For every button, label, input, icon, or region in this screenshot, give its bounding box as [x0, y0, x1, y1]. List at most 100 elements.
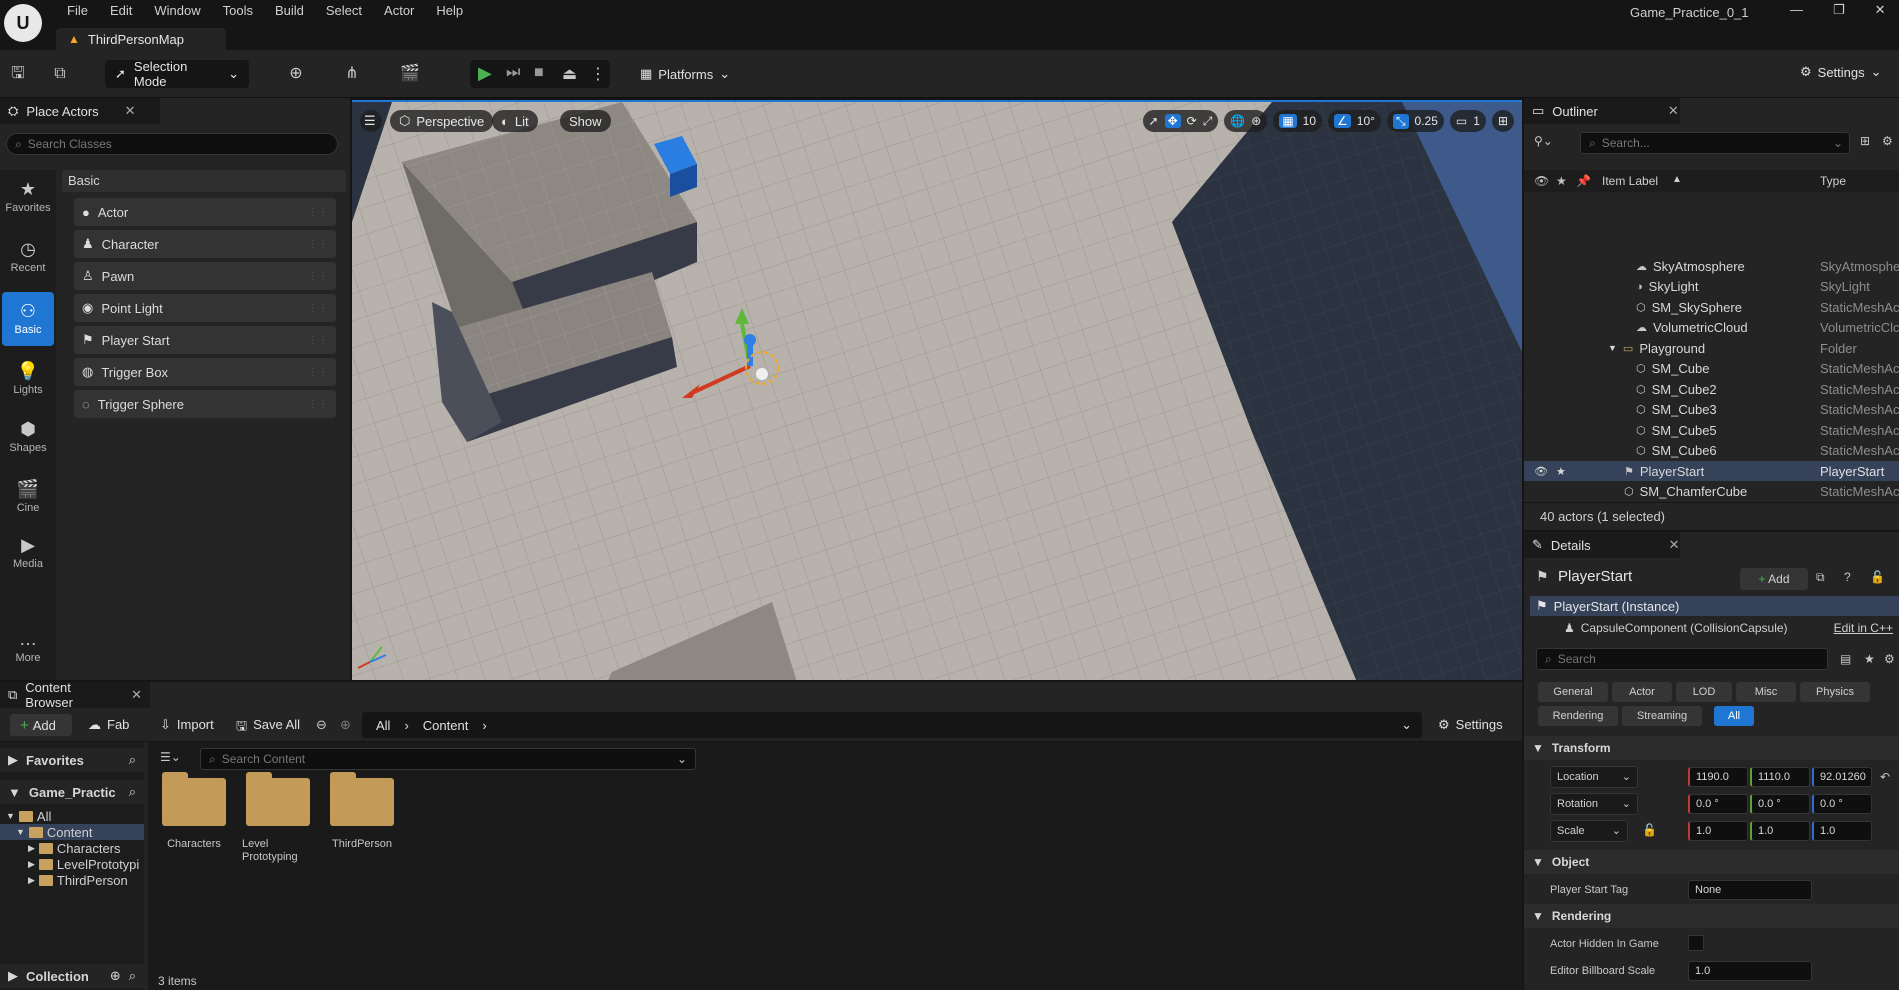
- rotation-dropdown[interactable]: Rotation ⌄: [1550, 793, 1638, 815]
- tree-item-characters[interactable]: ▶ Characters: [0, 840, 144, 856]
- favorites-header[interactable]: ▶ Favorites ⌕: [0, 748, 144, 772]
- outliner-row[interactable]: ⬡ SM_Cube2 StaticMeshAc: [1524, 379, 1899, 399]
- lock-icon[interactable]: 🔓: [1870, 570, 1885, 584]
- search-content-input[interactable]: ⌕ Search Content ⌄: [200, 748, 696, 770]
- visibility-eye-icon[interactable]: 👁: [1534, 465, 1548, 478]
- search-icon[interactable]: ⌕: [129, 752, 136, 768]
- drag-grip-icon[interactable]: ⋮⋮: [308, 239, 328, 250]
- component-row[interactable]: ♟ CapsuleComponent (CollisionCapsule) Ed…: [1530, 618, 1899, 638]
- unreal-logo-icon[interactable]: U: [4, 4, 42, 42]
- cinematics-icon[interactable]: 🎬: [398, 62, 422, 86]
- breadcrumb-all[interactable]: All: [376, 718, 390, 733]
- drag-grip-icon[interactable]: ⋮⋮: [308, 207, 328, 218]
- fab-button[interactable]: ☁ Fab: [88, 717, 129, 733]
- close-icon[interactable]: ✕: [131, 687, 142, 703]
- save-all-button[interactable]: 🖫 Save All: [236, 717, 300, 739]
- close-icon[interactable]: ✕: [125, 103, 136, 119]
- close-icon[interactable]: ✕: [1669, 537, 1680, 553]
- outliner-row[interactable]: ⬡ SM_Cube5 StaticMeshAc: [1524, 420, 1899, 440]
- globe-icon[interactable]: 🌐: [1230, 114, 1245, 128]
- add-component-button[interactable]: + Add: [1740, 568, 1808, 590]
- menu-tools[interactable]: Tools: [212, 3, 264, 21]
- menu-window[interactable]: Window: [143, 3, 211, 21]
- back-icon[interactable]: ⊖: [316, 717, 327, 733]
- minimize-icon[interactable]: —: [1790, 2, 1803, 18]
- menu-select[interactable]: Select: [315, 3, 373, 21]
- menu-build[interactable]: Build: [264, 3, 315, 21]
- chevron-down-icon[interactable]: ⌄: [1401, 717, 1412, 733]
- filter-misc[interactable]: Misc: [1736, 682, 1796, 702]
- help-icon[interactable]: ?: [1844, 570, 1851, 584]
- surface-snap-icon[interactable]: ⊛: [1251, 114, 1261, 128]
- details-search-input[interactable]: ⌕ Search: [1536, 648, 1828, 670]
- edit-in-cpp-link[interactable]: Edit in C++: [1834, 621, 1893, 635]
- actor-hidden-checkbox[interactable]: [1688, 935, 1704, 951]
- blueprint-convert-icon[interactable]: ⧉: [1816, 570, 1825, 585]
- tree-item-level-prototyping[interactable]: ▶ LevelPrototypi: [0, 856, 144, 872]
- rendering-section-header[interactable]: ▼ Rendering: [1524, 904, 1899, 928]
- selection-mode-dropdown[interactable]: ➚ Selection Mode ⌄: [105, 59, 249, 89]
- cb-settings-button[interactable]: ⚙ Settings: [1438, 717, 1503, 733]
- tree-item-third-person[interactable]: ▶ ThirdPerson: [0, 872, 144, 888]
- actor-item-point-light[interactable]: ◉ Point Light ⋮⋮: [74, 294, 336, 322]
- search-classes-input[interactable]: ⌕ Search Classes: [6, 133, 338, 155]
- perspective-button[interactable]: ⬡ Perspective: [390, 110, 494, 132]
- category-cine[interactable]: 🎬 Cine: [0, 470, 56, 524]
- project-header[interactable]: ▼ Game_Practic ⌕: [0, 780, 144, 804]
- favorite-star-icon[interactable]: ★: [1864, 652, 1875, 666]
- viewport-scene[interactable]: [352, 102, 1522, 680]
- menu-edit[interactable]: Edit: [99, 3, 143, 21]
- rotation-x-field[interactable]: 0.0 °: [1688, 794, 1748, 814]
- actor-item-trigger-sphere[interactable]: ◌ Trigger Sphere ⋮⋮: [74, 390, 336, 418]
- select-cursor-icon[interactable]: ➚: [1149, 114, 1159, 128]
- advance-frame-icon[interactable]: ⏭: [506, 64, 520, 82]
- player-start-tag-field[interactable]: None: [1688, 880, 1812, 900]
- drag-grip-icon[interactable]: ⋮⋮: [308, 303, 328, 314]
- actor-item-trigger-box[interactable]: ◍ Trigger Box ⋮⋮: [74, 358, 336, 386]
- content-browser-tab[interactable]: ⧉ Content Browser ✕: [0, 680, 150, 710]
- lit-button[interactable]: ◐ Lit: [492, 110, 538, 132]
- table-view-icon[interactable]: ▤: [1840, 652, 1851, 666]
- save-icon[interactable]: 🖫: [6, 62, 30, 86]
- forward-icon[interactable]: ⊕: [340, 717, 351, 733]
- outliner-row[interactable]: ⬡ SM_ChamferCube StaticMeshAc: [1524, 482, 1899, 502]
- search-icon[interactable]: ⌕: [129, 784, 136, 800]
- level-viewport[interactable]: ☰ ⬡ Perspective ◐ Lit Show ➚ ✥ ⟳ ⤢ 🌐 ⊛ ▦…: [352, 100, 1522, 680]
- outliner-row[interactable]: ▼ ▭ Playground Folder: [1524, 338, 1899, 358]
- viewport-layout-button[interactable]: ⊞: [1491, 110, 1514, 132]
- category-recent[interactable]: ◷ Recent: [0, 230, 56, 284]
- rotation-y-field[interactable]: 0.0 °: [1750, 794, 1810, 814]
- eject-icon[interactable]: ⏏: [562, 64, 577, 84]
- details-tab[interactable]: ✎ Details ✕: [1524, 532, 1680, 558]
- breadcrumb-content[interactable]: Content: [423, 718, 469, 733]
- cb-add-button[interactable]: + Add: [10, 714, 72, 736]
- scale-z-field[interactable]: 1.0: [1812, 821, 1872, 841]
- drag-grip-icon[interactable]: ⋮⋮: [308, 399, 328, 410]
- category-media[interactable]: ▶ Media: [0, 526, 56, 580]
- content-browse-icon[interactable]: ⧉: [48, 62, 72, 86]
- menu-file[interactable]: File: [56, 3, 99, 21]
- folder-third-person[interactable]: [330, 772, 394, 826]
- billboard-scale-field[interactable]: 1.0: [1688, 961, 1812, 981]
- outliner-row[interactable]: 👁 ★ ⚑ PlayerStart PlayerStart: [1524, 461, 1899, 481]
- object-section-header[interactable]: ▼ Object: [1524, 850, 1899, 874]
- outliner-row[interactable]: ☁ VolumetricCloud VolumetricClc: [1524, 318, 1899, 338]
- expand-arrow-icon[interactable]: ▼: [1608, 343, 1617, 353]
- tree-item-content[interactable]: ▼ Content: [0, 824, 144, 840]
- favorite-star-icon[interactable]: ★: [1556, 465, 1566, 478]
- scale-dropdown[interactable]: Scale ⌄: [1550, 820, 1628, 842]
- stop-icon[interactable]: ■: [534, 64, 544, 82]
- blueprint-icon[interactable]: ⋔: [340, 62, 364, 86]
- show-button[interactable]: Show: [560, 110, 611, 132]
- place-actors-tab[interactable]: ⛭ Place Actors ✕: [0, 98, 160, 124]
- filter-general[interactable]: General: [1538, 682, 1608, 702]
- scale-y-field[interactable]: 1.0: [1750, 821, 1810, 841]
- category-more[interactable]: … More: [0, 620, 56, 674]
- viewport-menu-button[interactable]: ☰: [360, 110, 382, 132]
- outliner-row[interactable]: ◑ SkyLight SkyLight: [1524, 277, 1899, 297]
- filter-actor[interactable]: Actor: [1612, 682, 1672, 702]
- add-actor-icon[interactable]: ⊕: [284, 62, 308, 86]
- filter-streaming[interactable]: Streaming: [1622, 706, 1702, 726]
- category-shapes[interactable]: ⬢ Shapes: [0, 410, 56, 464]
- scale-snap-group[interactable]: ⤡ 0.25: [1386, 110, 1444, 132]
